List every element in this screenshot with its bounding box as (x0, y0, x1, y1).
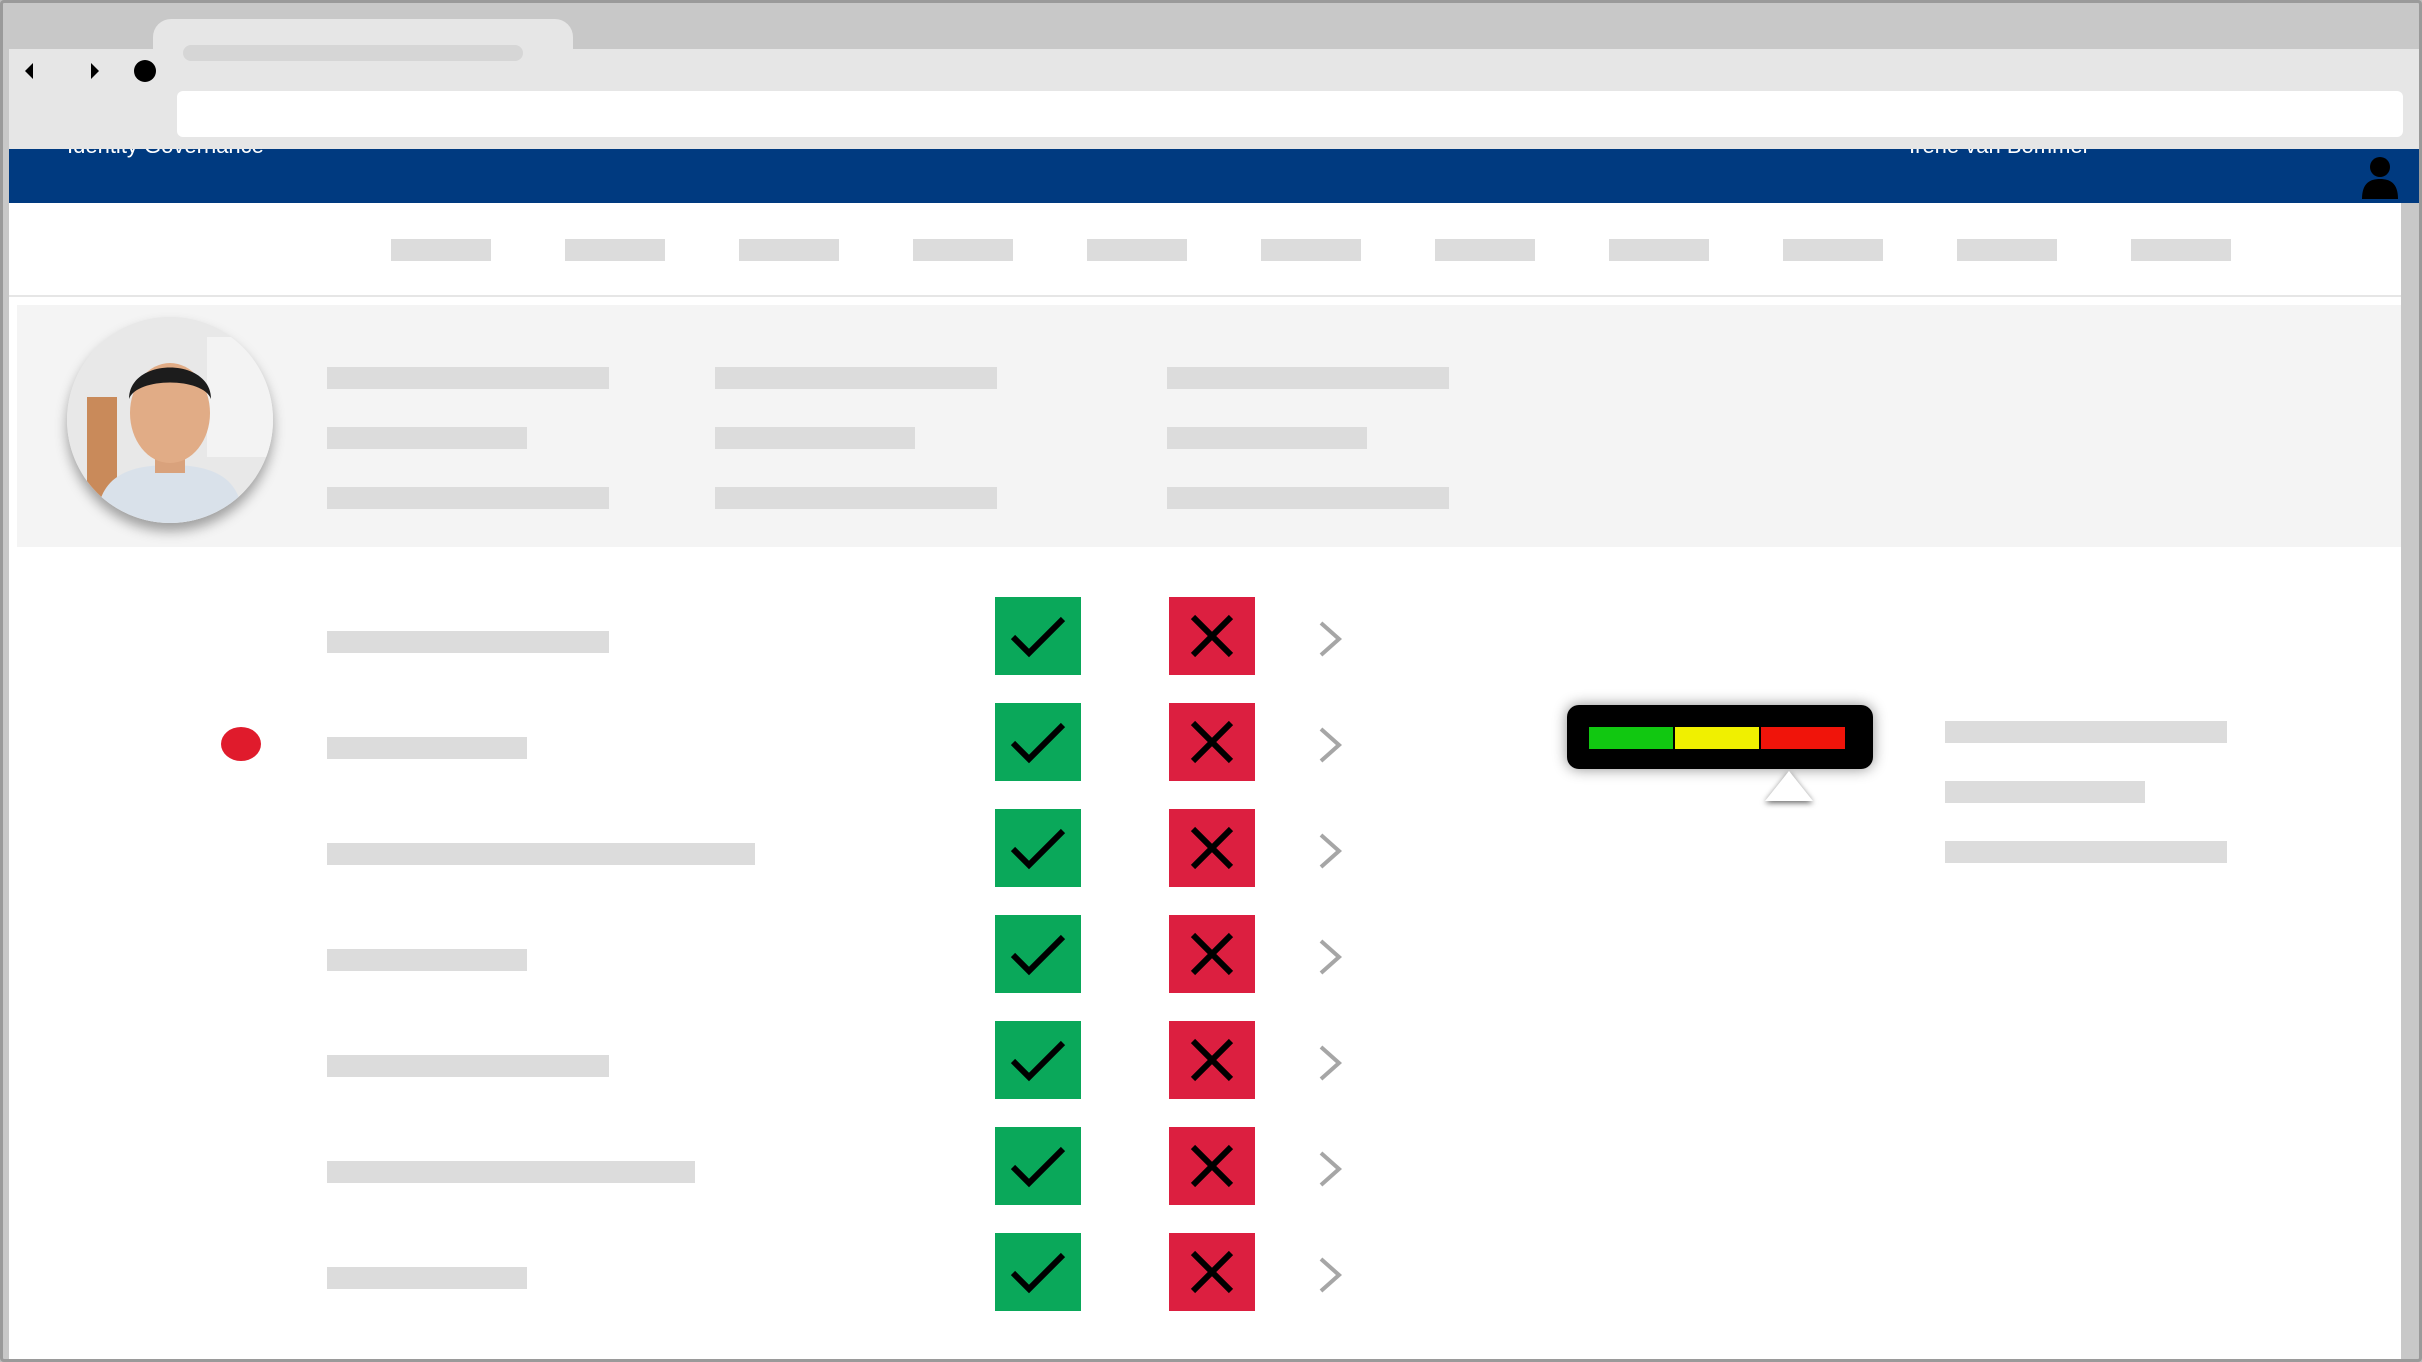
check-icon (1010, 1040, 1066, 1082)
approve-button[interactable] (995, 1021, 1081, 1099)
approve-button[interactable] (995, 597, 1081, 675)
nav-item-8[interactable] (1609, 239, 1709, 261)
risk-flag-dot (221, 727, 261, 761)
row-label-placeholder (327, 1161, 695, 1183)
user-name[interactable]: Irene van Bommel (1909, 149, 2088, 159)
nav-item-6[interactable] (1261, 239, 1361, 261)
nav-item-5[interactable] (1087, 239, 1187, 261)
close-icon (1190, 932, 1234, 976)
check-icon (1010, 722, 1066, 764)
row-label-placeholder (327, 843, 755, 865)
risk-meter-segment-medium (1675, 727, 1759, 749)
app-title: Identity Governance (67, 149, 264, 159)
chevron-right-icon[interactable] (1309, 1145, 1349, 1193)
check-icon (1010, 1252, 1066, 1294)
profile-field-placeholder (715, 367, 997, 389)
reject-button[interactable] (1169, 597, 1255, 675)
nav-menu (9, 203, 2401, 297)
profile-field-placeholder (327, 487, 609, 509)
chevron-right-icon[interactable] (1309, 1251, 1349, 1299)
table-row (9, 597, 2401, 677)
check-icon (1010, 616, 1066, 658)
row-label-placeholder (327, 1055, 609, 1077)
chevron-right-icon[interactable] (1309, 827, 1349, 875)
reject-button[interactable] (1169, 1233, 1255, 1311)
nav-item-11[interactable] (2131, 239, 2231, 261)
detail-field-placeholder (1945, 841, 2227, 863)
reject-button[interactable] (1169, 703, 1255, 781)
approve-button[interactable] (995, 703, 1081, 781)
row-label-placeholder (327, 631, 609, 653)
nav-item-1[interactable] (391, 239, 491, 261)
chevron-right-icon[interactable] (1309, 615, 1349, 663)
nav-item-9[interactable] (1783, 239, 1883, 261)
close-icon (1190, 614, 1234, 658)
nav-item-2[interactable] (565, 239, 665, 261)
chevron-right-icon[interactable] (1309, 933, 1349, 981)
table-row (9, 1021, 2401, 1101)
nav-item-10[interactable] (1957, 239, 2057, 261)
profile-field-placeholder (715, 487, 997, 509)
profile-card (17, 305, 2401, 547)
profile-field-placeholder (1167, 427, 1367, 449)
table-row (9, 703, 2401, 783)
avatar (67, 317, 273, 523)
browser-window: Identity Governance Irene van Bommel (0, 0, 2422, 1362)
app-header: Identity Governance Irene van Bommel (9, 149, 2419, 203)
detail-field-placeholder (1945, 781, 2145, 803)
risk-meter-segment-low (1589, 727, 1673, 749)
check-icon (1010, 828, 1066, 870)
profile-field-placeholder (1167, 367, 1449, 389)
reject-button[interactable] (1169, 915, 1255, 993)
nav-item-3[interactable] (739, 239, 839, 261)
address-bar[interactable] (177, 91, 2403, 137)
approve-button[interactable] (995, 1127, 1081, 1205)
profile-field-placeholder (327, 367, 609, 389)
reject-button[interactable] (1169, 809, 1255, 887)
access-review-list (9, 565, 2401, 1345)
close-icon (1190, 1250, 1234, 1294)
profile-field-placeholder (715, 427, 915, 449)
approve-button[interactable] (995, 1233, 1081, 1311)
chevron-right-icon[interactable] (1309, 1039, 1349, 1087)
close-icon (1190, 720, 1234, 764)
nav-item-7[interactable] (1435, 239, 1535, 261)
profile-field-placeholder (1167, 487, 1449, 509)
row-label-placeholder (327, 949, 527, 971)
close-icon (1190, 1144, 1234, 1188)
user-icon[interactable] (2359, 155, 2401, 199)
row-label-placeholder (327, 1267, 527, 1289)
address-bar-row (3, 49, 2419, 149)
detail-field-placeholder (1945, 721, 2227, 743)
close-icon (1190, 826, 1234, 870)
check-icon (1010, 1146, 1066, 1188)
table-row (9, 1127, 2401, 1207)
nav-item-4[interactable] (913, 239, 1013, 261)
reject-button[interactable] (1169, 1021, 1255, 1099)
main-content (9, 203, 2401, 1359)
reject-button[interactable] (1169, 1127, 1255, 1205)
table-row (9, 1233, 2401, 1313)
risk-meter-pointer-icon (1765, 771, 1813, 801)
profile-field-placeholder (327, 427, 527, 449)
risk-meter (1567, 705, 1873, 769)
row-label-placeholder (327, 737, 527, 759)
approve-button[interactable] (995, 809, 1081, 887)
check-icon (1010, 934, 1066, 976)
chevron-right-icon[interactable] (1309, 721, 1349, 769)
close-icon (1190, 1038, 1234, 1082)
approve-button[interactable] (995, 915, 1081, 993)
risk-meter-segment-high (1761, 727, 1845, 749)
table-row (9, 915, 2401, 995)
person-photo-icon (67, 317, 273, 523)
